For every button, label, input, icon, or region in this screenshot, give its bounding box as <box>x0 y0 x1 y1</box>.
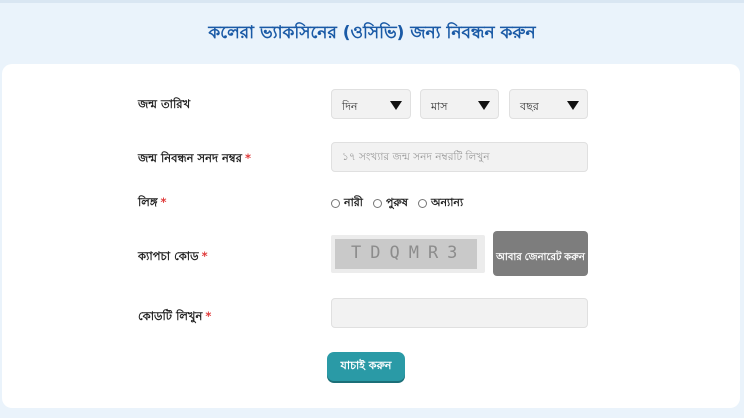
chevron-down-icon <box>567 101 579 110</box>
year-select[interactable]: বছর <box>509 89 588 119</box>
captcha-label-text: ক্যাপচা কোড <box>138 249 199 263</box>
birth-reg-label-text: জন্ম নিবন্ধন সনদ নম্বর <box>138 151 242 165</box>
month-select[interactable]: মাস <box>420 89 499 119</box>
required-marker: * <box>201 249 208 263</box>
regenerate-captcha-button[interactable]: আবার জেনারেট করুন <box>493 231 588 276</box>
gender-option-label: পুরুষ <box>385 196 408 209</box>
year-select-value: বছর <box>520 100 539 113</box>
birth-reg-label: জন্ম নিবন্ধন সনদ নম্বর * <box>138 150 251 169</box>
radio-icon[interactable] <box>417 199 427 208</box>
required-marker: * <box>205 309 212 323</box>
required-marker: * <box>245 151 252 165</box>
captcha-label: ক্যাপচা কোড * <box>138 248 208 267</box>
gender-option-female[interactable]: নারী <box>331 194 363 213</box>
gender-option-male[interactable]: পুরুষ <box>372 194 408 213</box>
gender-label: লিঙ্গ * <box>138 194 167 213</box>
chevron-down-icon <box>478 101 490 110</box>
dob-label-text: জন্ম তারিখ <box>138 97 191 111</box>
page-title: কলেরা ভ্যাকসিনের (ওসিভি) জন্য নিবন্ধন কর… <box>208 23 536 43</box>
page: কলেরা ভ্যাকসিনের (ওসিভি) জন্য নিবন্ধন কর… <box>0 0 744 418</box>
required-marker: * <box>160 195 167 209</box>
chevron-down-icon <box>390 101 402 110</box>
top-divider <box>0 0 744 3</box>
gender-radio-group: নারী পুরুষ অন্যান্য <box>331 194 463 213</box>
dob-label: জন্ম তারিখ <box>138 96 190 115</box>
day-select-value: দিন <box>342 100 358 113</box>
day-select[interactable]: দিন <box>331 89 411 119</box>
captcha-image: TDQMR3 <box>331 235 485 273</box>
code-entry-label: কোডটি লিখুন * <box>138 308 211 327</box>
gender-option-other[interactable]: অন্যান্য <box>417 194 464 213</box>
code-entry-label-text: কোডটি লিখুন <box>138 309 203 323</box>
captcha-background: TDQMR3 <box>335 239 477 269</box>
captcha-code: TDQMR3 <box>351 243 467 263</box>
radio-icon[interactable] <box>372 199 382 208</box>
gender-label-text: লিঙ্গ <box>138 195 158 209</box>
captcha-code-input[interactable] <box>331 298 588 328</box>
birth-reg-input[interactable] <box>331 142 588 172</box>
gender-option-label: নারী <box>344 196 363 209</box>
gender-option-label: অন্যান্য <box>430 196 464 209</box>
month-select-value: মাস <box>431 100 448 113</box>
verify-submit-button[interactable]: যাচাই করুন <box>327 352 405 381</box>
radio-icon[interactable] <box>331 199 340 208</box>
